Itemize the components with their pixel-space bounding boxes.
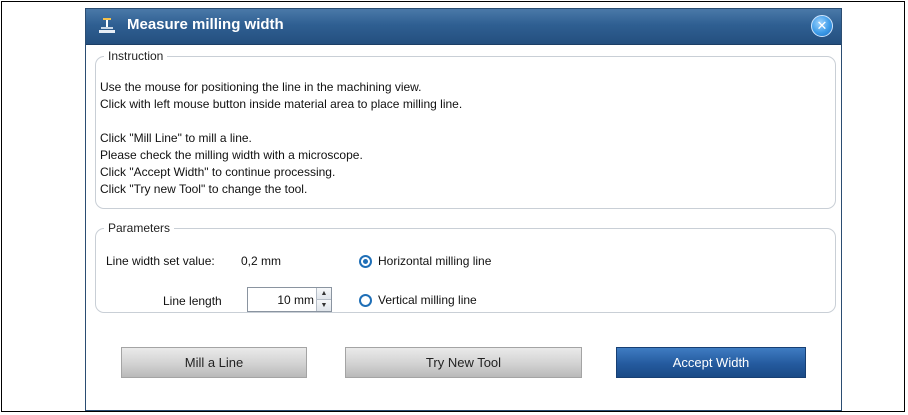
accept-width-button[interactable]: Accept Width [616,347,806,378]
instruction-group: Instruction Use the mouse for positionin… [95,49,836,209]
close-icon: ✕ [816,18,828,33]
stepper-buttons: ▲ ▼ [316,288,331,311]
try-new-tool-button[interactable]: Try New Tool [345,347,582,378]
parameters-group: Parameters Line width set value: 0,2 mm … [95,221,836,313]
instruction-legend: Instruction [108,49,164,63]
instruction-line: Click "Try new Tool" to change the tool. [100,182,308,196]
line-length-stepper[interactable]: 10 mm ▲ ▼ [247,287,332,312]
parameters-legend: Parameters [108,221,171,235]
horizontal-radio-label[interactable]: Horizontal milling line [378,254,491,268]
stepper-up-icon[interactable]: ▲ [317,288,331,300]
dialog-title: Measure milling width [127,16,284,33]
instruction-line: Click "Mill Line" to mill a line. [100,131,252,145]
instruction-line [100,113,462,130]
line-width-label: Line width set value: [106,254,215,268]
stepper-down-icon[interactable]: ▼ [317,300,331,311]
line-length-label: Line length [163,294,222,308]
horizontal-radio[interactable] [359,255,372,268]
instruction-line: Click "Accept Width" to continue process… [100,165,336,179]
vertical-radio[interactable] [359,294,372,307]
instruction-line: Use the mouse for positioning the line i… [100,80,422,94]
vertical-radio-label[interactable]: Vertical milling line [378,293,477,307]
instruction-text: Use the mouse for positioning the line i… [100,79,462,198]
line-length-value[interactable]: 10 mm [277,293,314,307]
title-bar[interactable]: Measure milling width ✕ [86,9,841,45]
line-width-value: 0,2 mm [241,254,282,268]
instruction-line: Click with left mouse button inside mate… [100,97,463,111]
close-button[interactable]: ✕ [811,15,833,37]
mill-a-line-button[interactable]: Mill a Line [121,347,307,378]
instruction-line: Please check the milling width with a mi… [100,148,363,162]
machine-icon [97,17,117,35]
measure-milling-width-dialog: Measure milling width ✕ Instruction Use … [85,8,842,411]
